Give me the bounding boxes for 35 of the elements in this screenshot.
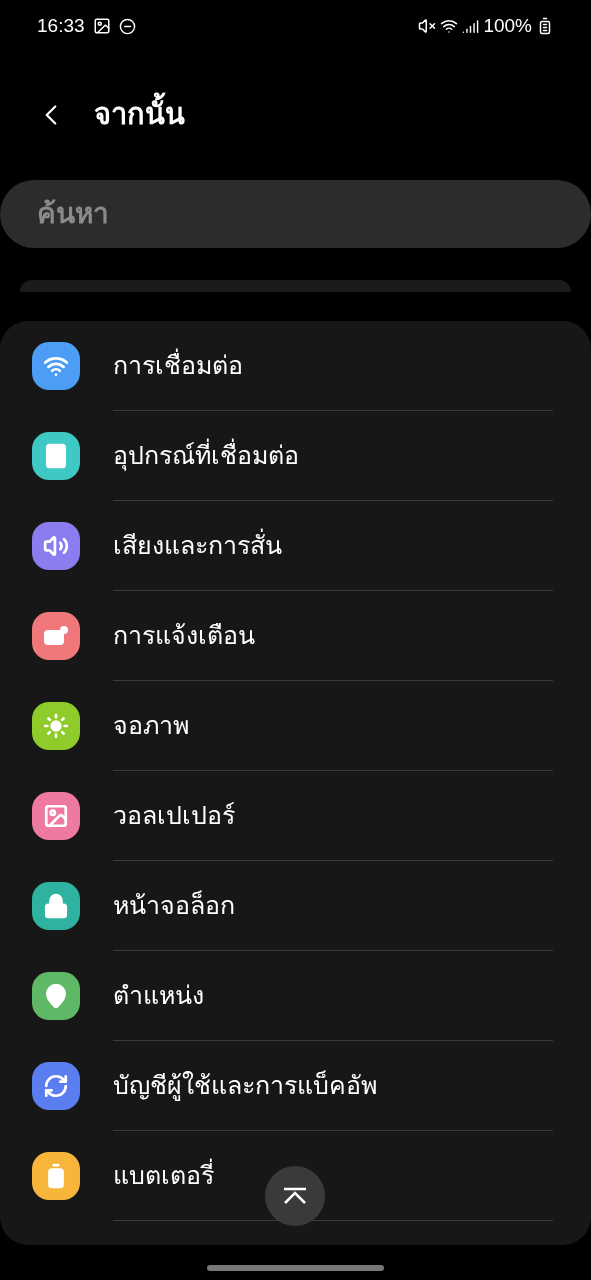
item-label: การแจ้งเตือน: [113, 619, 255, 651]
item-label: หน้าจอล็อก: [113, 889, 235, 921]
pin-icon: [43, 983, 69, 1009]
settings-item[interactable]: เสียงและการสั่น: [0, 501, 591, 591]
settings-item[interactable]: อุปกรณ์ที่เชื่อมต่อ: [0, 411, 591, 501]
item-label: วอลเปเปอร์: [113, 799, 235, 831]
item-label: อุปกรณ์ที่เชื่อมต่อ: [113, 437, 299, 473]
search-field[interactable]: ค้นหา: [0, 180, 591, 248]
settings-item[interactable]: การแจ้งเตือน: [0, 591, 591, 681]
item-label: ตำแหน่ง: [113, 979, 204, 1011]
image-icon: [43, 803, 69, 829]
settings-item[interactable]: จอภาพ: [0, 681, 591, 771]
signal-icon: [462, 17, 480, 35]
image-icon: [92, 17, 111, 35]
item-label: การเชื่อมต่อ: [113, 347, 243, 381]
mute-icon: [418, 17, 437, 35]
sun-icon: [43, 713, 69, 739]
settings-item[interactable]: วอลเปเปอร์: [0, 771, 591, 861]
settings-item[interactable]: การเชื่อมต่อ: [0, 321, 591, 411]
item-label: เสียงและการสั่น: [113, 527, 282, 561]
notification-icon: [43, 625, 69, 647]
scroll-top-icon: [282, 1187, 308, 1205]
clock-time: 16:33: [37, 13, 85, 38]
settings-item[interactable]: บัญชีผู้ใช้และการแบ็คอัพ: [0, 1041, 591, 1131]
wifi-icon: [440, 17, 459, 35]
settings-item[interactable]: หน้าจอล็อก: [0, 861, 591, 951]
sync-icon: [43, 1073, 69, 1099]
speaker-icon: [43, 533, 69, 559]
item-label: บัญชีผู้ใช้และการแบ็คอัพ: [113, 1069, 377, 1103]
item-label: จอภาพ: [113, 709, 189, 741]
do-not-disturb-icon: [118, 17, 136, 35]
battery-percent: 100%: [483, 13, 532, 38]
settings-item[interactable]: ตำแหน่ง: [0, 951, 591, 1041]
item-label: แบตเตอรี่: [113, 1157, 214, 1191]
page-title: จากนั้น: [94, 93, 185, 137]
